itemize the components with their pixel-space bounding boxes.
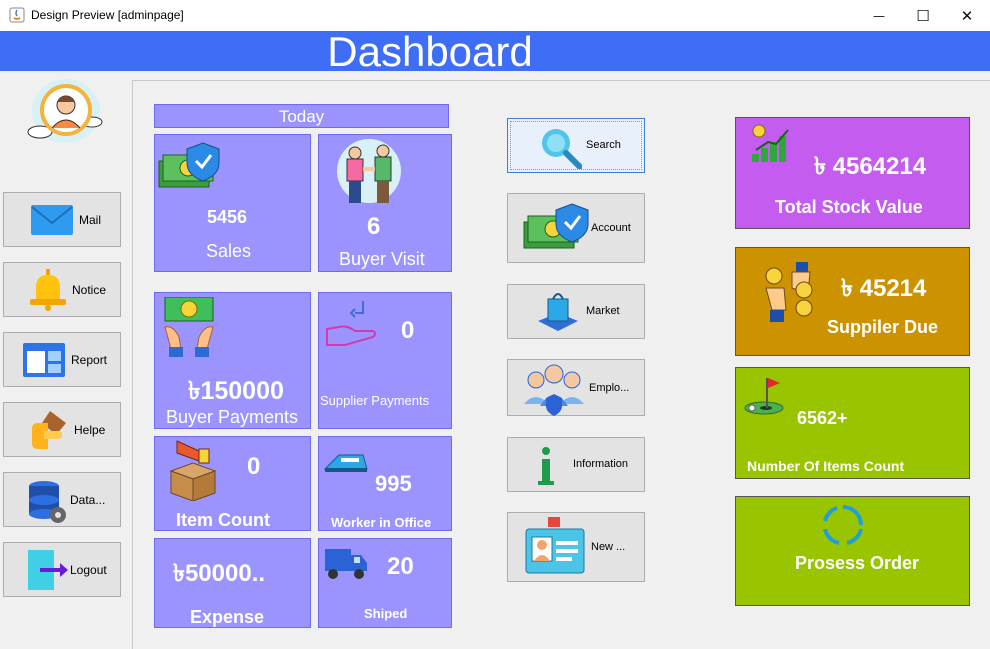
sidebar-item-data[interactable]: Data... [3, 472, 121, 527]
shiped-value: 20 [387, 553, 414, 580]
sales-label: Sales [206, 241, 252, 261]
money-shield-icon [523, 203, 589, 249]
items-count-label: Number Of Items Count [747, 458, 905, 474]
exchange-hands-icon [765, 262, 813, 322]
report-icon [23, 343, 65, 377]
total-stock-label: Total Stock Value [775, 197, 923, 217]
sidebar-item-label: Logout [70, 563, 107, 577]
sidebar-item-helpe[interactable]: Helpe [3, 402, 121, 457]
expense-value: ৳50000.. [173, 560, 266, 587]
information-button[interactable]: Information [507, 437, 645, 492]
truck-icon [325, 549, 367, 579]
sidebar-item-report[interactable]: Report [3, 332, 121, 387]
employees-label: Emplo... [589, 382, 630, 394]
golf-flag-icon [744, 378, 784, 415]
mail-icon [31, 205, 73, 235]
id-card-icon [525, 517, 585, 574]
box-megaphone-icon [169, 440, 217, 501]
buyer-visit-tile: 6 Buyer Visit [318, 134, 452, 272]
page-title: Dashboard [327, 28, 533, 75]
process-order-card[interactable]: Prosess Order [735, 496, 970, 606]
expense-tile: ৳50000.. Expense [154, 538, 311, 628]
sidebar-item-label: Data... [70, 493, 106, 507]
info-icon [538, 447, 554, 485]
buyer-visit-value: 6 [367, 213, 381, 240]
account-button[interactable]: Account [507, 193, 645, 263]
item-count-value: 0 [247, 453, 261, 480]
worker-in-office-value: 995 [375, 471, 412, 496]
give-hand-icon [326, 301, 376, 346]
supplier-payments-tile: 0 Supplier Payments [318, 292, 452, 429]
java-app-icon [9, 7, 25, 23]
supplier-due-label: Suppiler Due [827, 317, 939, 337]
refresh-icon [823, 505, 863, 545]
buyer-payments-label: Buyer Payments [166, 407, 299, 427]
new-label: New ... [591, 541, 626, 553]
maximize-button[interactable]: ☐ [900, 0, 946, 31]
shopping-bag-icon [538, 293, 578, 331]
employees-button[interactable]: Emplo... [507, 359, 645, 416]
today-header: Today [154, 104, 449, 128]
shiped-tile: 20 Shiped [318, 538, 452, 628]
items-count-card: 6562+ Number Of Items Count [735, 367, 970, 479]
information-label: Information [573, 458, 629, 470]
growth-chart-icon [752, 124, 789, 162]
window-title: Design Preview [adminpage] [31, 8, 184, 22]
supplier-payments-value: 0 [401, 317, 415, 344]
supplier-due-card: ৳ 45214 Suppiler Due [735, 247, 970, 356]
supplier-due-value: ৳ 45214 [841, 275, 927, 302]
account-label: Account [591, 222, 631, 234]
sidebar-item-label: Helpe [74, 423, 106, 437]
handshake-icon [337, 139, 401, 203]
worker-in-office-tile: 995 Worker in Office [318, 436, 452, 531]
supplier-payments-label: Supplier Payments [320, 393, 430, 408]
sales-value: 5456 [207, 207, 248, 227]
worker-in-office-label: Worker in Office [331, 515, 432, 530]
payment-hands-icon [164, 297, 214, 357]
item-count-tile: 0 Item Count [154, 436, 311, 531]
search-label: Search [586, 139, 621, 151]
item-count-label: Item Count [176, 510, 270, 530]
hand-icon [32, 411, 66, 449]
search-icon [542, 129, 582, 169]
bell-icon [30, 269, 66, 311]
database-icon [29, 481, 66, 523]
close-button[interactable]: ✕ [944, 0, 990, 31]
sidebar-item-notice[interactable]: Notice [3, 262, 121, 317]
new-button[interactable]: New ... [507, 512, 645, 582]
avatar [27, 79, 103, 143]
sidebar-item-mail[interactable]: Mail [3, 192, 121, 247]
buyer-payments-tile: ৳150000 Buyer Payments [154, 292, 311, 429]
expense-label: Expense [190, 607, 265, 627]
process-order-label: Prosess Order [795, 553, 920, 573]
iron-icon [323, 454, 368, 472]
sales-tile: 5456 Sales [154, 134, 311, 272]
logout-icon [28, 550, 68, 590]
search-button[interactable]: Search [507, 118, 645, 173]
sidebar-item-label: Report [71, 353, 108, 367]
minimize-icon [869, 9, 883, 21]
sidebar-item-label: Notice [72, 283, 107, 297]
sidebar-item-label: Mail [79, 213, 102, 227]
sidebar-item-logout[interactable]: Logout [3, 542, 121, 597]
total-stock-value: ৳ 4564214 [814, 153, 927, 180]
money-shield-icon [158, 142, 220, 188]
market-button[interactable]: Market [507, 284, 645, 339]
total-stock-card: ৳ 4564214 Total Stock Value [735, 117, 970, 229]
employees-icon [524, 364, 584, 416]
shiped-label: Shiped [364, 606, 408, 621]
market-label: Market [586, 305, 620, 317]
items-count-value: 6562+ [797, 408, 848, 428]
buyer-visit-label: Buyer Visit [339, 249, 425, 269]
